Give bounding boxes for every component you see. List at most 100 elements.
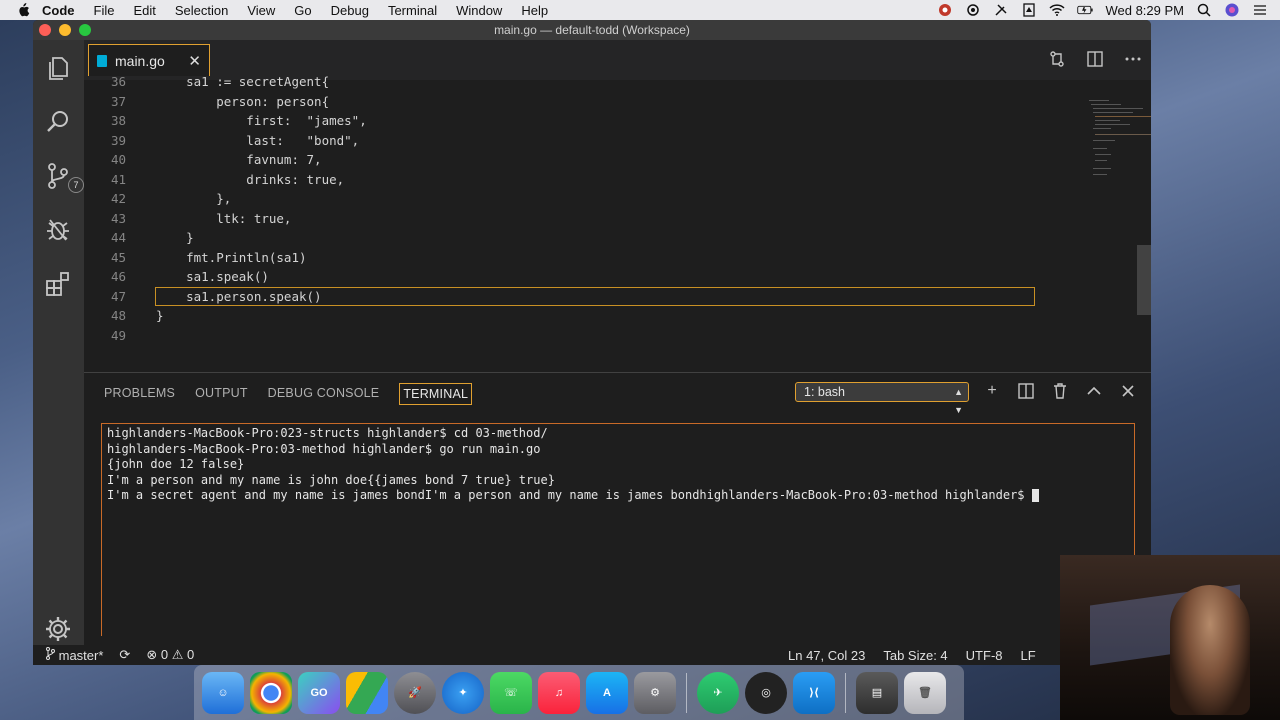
open-changes-icon[interactable] — [1049, 50, 1065, 68]
webcam-overlay — [1060, 555, 1280, 720]
line-number: 41 — [110, 171, 126, 187]
code-editor[interactable]: 36 sa1 := secretAgent{ 37 person: person… — [84, 74, 1151, 390]
more-actions-icon[interactable] — [1125, 50, 1141, 68]
extensions-icon[interactable] — [44, 270, 72, 298]
window-close-button[interactable] — [39, 24, 51, 36]
menu-help[interactable]: Help — [521, 3, 548, 18]
maximize-panel-icon[interactable] — [1086, 381, 1102, 401]
terminal-line: highlanders-MacBook-Pro:03-method highla… — [107, 441, 541, 456]
bottom-panel: PROBLEMS OUTPUT DEBUG CONSOLE TERMINAL 1… — [84, 372, 1151, 645]
goland-icon[interactable]: GO — [298, 671, 340, 714]
editor-scrollbar[interactable] — [1137, 245, 1151, 315]
problems-indicator[interactable]: ⊗ 0 ⚠ 0 — [146, 647, 194, 663]
safari-icon[interactable]: ✦ — [442, 671, 484, 714]
trash-icon[interactable]: 🗑 — [904, 671, 946, 714]
tab-close-icon[interactable]: ✕ — [188, 52, 201, 70]
code-line[interactable]: 37 person: person{ — [84, 92, 1084, 112]
code-line[interactable]: 39 last: "bond", — [84, 131, 1084, 151]
menu-terminal[interactable]: Terminal — [388, 3, 437, 18]
preferences-icon[interactable]: ⚙ — [634, 671, 676, 714]
code-line[interactable]: 48 } — [84, 306, 1084, 326]
code-line[interactable]: 44 } — [84, 228, 1084, 248]
tab-terminal[interactable]: TERMINAL — [399, 383, 473, 405]
menu-debug[interactable]: Debug — [331, 3, 369, 18]
spotlight-search-icon[interactable] — [1196, 3, 1212, 17]
drive-icon[interactable] — [346, 671, 388, 714]
warning-icon: ⚠ — [171, 647, 184, 662]
menu-selection[interactable]: Selection — [175, 3, 228, 18]
encoding[interactable]: UTF-8 — [966, 648, 1003, 663]
menu-app-name[interactable]: Code — [42, 3, 75, 18]
minimap[interactable] — [1087, 98, 1151, 188]
siri-icon[interactable] — [1224, 3, 1240, 17]
code-line[interactable]: 42 }, — [84, 189, 1084, 209]
status-bar: master* ⟳ ⊗ 0 ⚠ 0 Ln 47, Col 23 Tab Size… — [33, 645, 1151, 665]
code-line[interactable]: 36 sa1 := secretAgent{ — [84, 72, 1084, 92]
menu-edit[interactable]: Edit — [133, 3, 155, 18]
split-terminal-icon[interactable] — [1018, 381, 1034, 401]
launchpad-icon[interactable]: 🚀 — [394, 671, 436, 714]
window-minimize-button[interactable] — [59, 24, 71, 36]
code-line[interactable]: 38 first: "james", — [84, 111, 1084, 131]
code-line[interactable]: 49 — [84, 326, 1084, 346]
menu-window[interactable]: Window — [456, 3, 502, 18]
title-bar: main.go — default-todd (Workspace) — [33, 20, 1151, 40]
code-line[interactable]: 46 sa1.speak() — [84, 267, 1084, 287]
line-number: 43 — [110, 210, 126, 226]
battery-icon[interactable] — [1077, 3, 1094, 17]
notification-center-icon[interactable] — [1252, 3, 1268, 17]
window-maximize-button[interactable] — [79, 24, 91, 36]
terminal-select[interactable]: 1: bash ▲ ▼ — [795, 382, 969, 415]
cursor-position[interactable]: Ln 47, Col 23 — [788, 648, 865, 663]
apple-menu-icon[interactable] — [16, 3, 30, 17]
appstore-icon[interactable]: A — [586, 671, 628, 714]
menu-file[interactable]: File — [94, 3, 115, 18]
tab-output[interactable]: OUTPUT — [195, 383, 248, 405]
code-line[interactable]: 45 fmt.Println(sa1) — [84, 248, 1084, 268]
code-line[interactable]: 41 drinks: true, — [84, 170, 1084, 190]
terminal-line: I'm a secret agent and my name is james … — [107, 488, 1032, 502]
dock-separator — [845, 672, 846, 713]
branch-name: master* — [58, 648, 104, 663]
search-icon[interactable] — [44, 108, 72, 136]
panel-actions: + — [984, 381, 1136, 401]
tab-problems[interactable]: PROBLEMS — [104, 383, 175, 405]
terminal-output[interactable]: highlanders-MacBook-Pro:023-structs high… — [101, 423, 1135, 636]
chrome-icon[interactable] — [250, 671, 292, 714]
sync-icon[interactable]: ⟳ — [119, 647, 130, 663]
code-text: sa1.person.speak() — [156, 288, 322, 304]
debug-icon[interactable] — [44, 216, 72, 244]
tab-debug-console[interactable]: DEBUG CONSOLE — [268, 383, 380, 405]
music-icon[interactable]: ♫ — [538, 671, 580, 714]
finder-icon[interactable]: ☺ — [202, 671, 244, 714]
photos-icon[interactable]: ▤ — [856, 671, 898, 714]
obs-icon[interactable]: ◎ — [745, 671, 787, 714]
vscode-window: main.go — default-todd (Workspace) 7 mai… — [33, 20, 1151, 665]
code-line[interactable]: 43 ltk: true, — [84, 209, 1084, 229]
window-title: main.go — default-todd (Workspace) — [494, 23, 690, 37]
source-control-icon[interactable]: 7 — [44, 162, 84, 193]
tab-size[interactable]: Tab Size: 4 — [883, 648, 947, 663]
tools-icon[interactable] — [993, 3, 1009, 17]
end-of-line[interactable]: LF — [1021, 648, 1036, 663]
new-terminal-icon[interactable]: + — [984, 381, 1000, 401]
code-line-current[interactable]: 47 sa1.person.speak() — [84, 286, 1084, 307]
menu-view[interactable]: View — [247, 3, 275, 18]
testflight-icon[interactable]: ✈ — [697, 671, 739, 714]
settings-gear-icon[interactable] — [44, 615, 72, 643]
cloud-icon[interactable] — [965, 3, 981, 17]
document-icon[interactable] — [1021, 3, 1037, 17]
vscode-icon[interactable]: ⟩⟨ — [793, 671, 835, 714]
explorer-icon[interactable] — [44, 54, 72, 82]
split-editor-icon[interactable] — [1087, 50, 1103, 68]
menu-go[interactable]: Go — [294, 3, 311, 18]
close-panel-icon[interactable] — [1120, 381, 1136, 401]
code-line[interactable]: 40 favnum: 7, — [84, 150, 1084, 170]
facetime-icon[interactable]: ☏ — [490, 671, 532, 714]
record-icon[interactable] — [937, 3, 953, 17]
menu-clock[interactable]: Wed 8:29 PM — [1105, 3, 1184, 18]
branch-indicator[interactable]: master* — [45, 647, 103, 663]
kill-terminal-icon[interactable] — [1052, 381, 1068, 401]
line-number: 48 — [110, 308, 126, 324]
wifi-icon[interactable] — [1049, 3, 1065, 17]
